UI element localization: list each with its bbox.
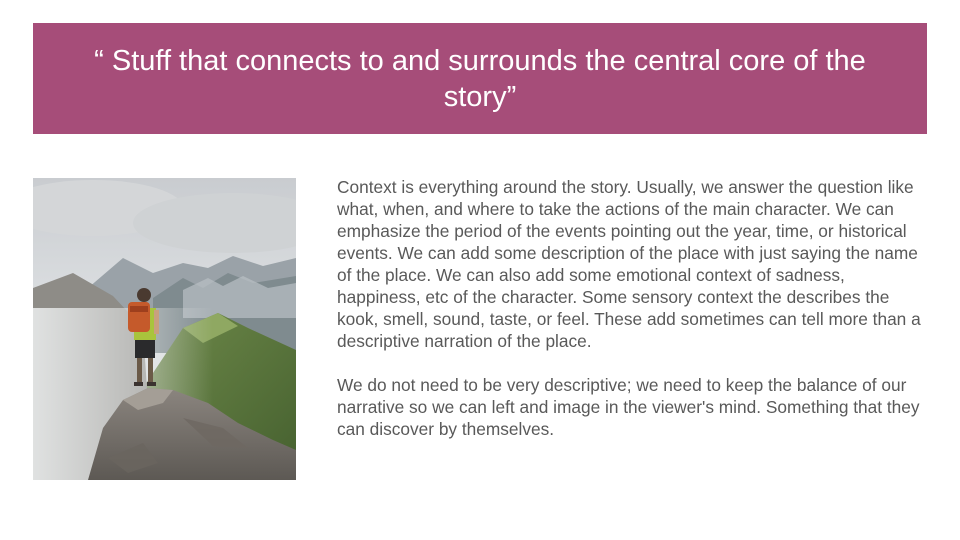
hiker-mountain-photo — [33, 178, 296, 480]
title-banner: “ Stuff that connects to and surrounds t… — [33, 23, 927, 134]
slide-title: “ Stuff that connects to and surrounds t… — [94, 44, 866, 113]
slide: “ Stuff that connects to and surrounds t… — [0, 0, 960, 540]
body-paragraph-2: We do not need to be very descriptive; w… — [337, 375, 920, 439]
body-text: Context is everything around the story. … — [337, 176, 927, 462]
body-paragraph-1: Context is everything around the story. … — [337, 177, 921, 351]
